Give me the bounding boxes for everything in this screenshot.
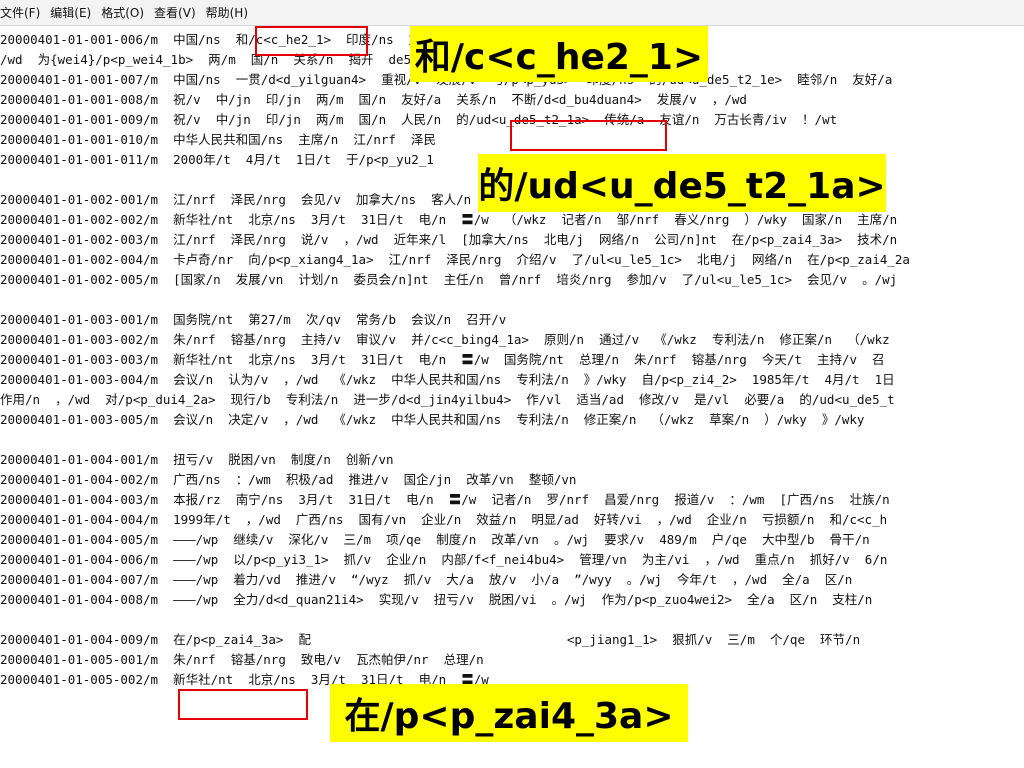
text-editor[interactable]: 20000401-01-001-006/m 中国/ns 和/c<c_he2_1>… (0, 26, 1024, 768)
menu-bar: 文件(F) 编辑(E) 格式(O) 查看(V) 帮助(H) (0, 0, 1024, 26)
editor-line: 作用/n ，/wd 对/p<p_dui4_2a> 现行/b 专利法/n 进一步/… (0, 392, 895, 407)
editor-line: 20000401-01-003-002/m 朱/nrf 镕基/nrg 主持/v … (0, 332, 890, 347)
editor-line: 20000401-01-002-002/m 新华社/nt 北京/ns 3月/t … (0, 212, 898, 227)
editor-line: 20000401-01-004-005/m ———/wp 继续/v 深化/v 三… (0, 532, 870, 547)
editor-line: 20000401-01-002-001/m 江/nrf 泽民/nrg 会见/v … (0, 192, 472, 207)
editor-line: 20000401-01-001-010/m 中华人民共和国/ns 主席/n 江/… (0, 132, 436, 147)
menu-help[interactable]: 帮助(H) (206, 4, 248, 21)
editor-line: 20000401-01-001-011/m 2000年/t 4月/t 1日/t … (0, 152, 434, 167)
callout-de: 的/ud<u_de5_t2_1a> (478, 154, 886, 212)
editor-line: 20000401-01-001-008/m 祝/v 中/jn 印/jn 两/m … (0, 92, 747, 107)
editor-line: 20000401-01-004-007/m ———/wp 着力/vd 推进/v … (0, 572, 853, 587)
editor-line: 20000401-01-004-003/m 本报/rz 南宁/ns 3月/t 3… (0, 492, 890, 507)
callout-he: 和/c<c_he2_1> (410, 26, 708, 82)
editor-line: 20000401-01-004-009/m 在/p<p_zai4_3a> 配 <… (0, 632, 861, 647)
editor-line: 20000401-01-004-008/m ———/wp 全力/d<d_quan… (0, 592, 873, 607)
menu-view[interactable]: 查看(V) (154, 4, 196, 21)
editor-line: 20000401-01-002-003/m 江/nrf 泽民/nrg 说/v ，… (0, 232, 898, 247)
editor-line: 20000401-01-003-001/m 国务院/nt 第27/m 次/qv … (0, 312, 507, 327)
editor-line: 20000401-01-005-001/m 朱/nrf 镕基/nrg 致电/v … (0, 652, 484, 667)
editor-line: 20000401-01-004-001/m 扭亏/v 脱困/vn 制度/n 创新… (0, 452, 394, 467)
editor-line: 20000401-01-003-003/m 新华社/nt 北京/ns 3月/t … (0, 352, 885, 367)
editor-line: 20000401-01-004-002/m 广西/ns ：/wm 积极/ad 推… (0, 472, 577, 487)
editor-line: 20000401-01-002-005/m [国家/n 发展/vn 计划/n 委… (0, 272, 898, 287)
editor-line: 20000401-01-003-005/m 会议/n 决定/v ，/wd 《/w… (0, 412, 865, 427)
editor-line: 20000401-01-002-004/m 卡卢奇/nr 向/p<p_xiang… (0, 252, 910, 267)
editor-line: 20000401-01-004-006/m ———/wp 以/p<p_yi3_1… (0, 552, 888, 567)
editor-line: 20000401-01-001-009/m 祝/v 中/jn 印/jn 两/m … (0, 112, 838, 127)
menu-file[interactable]: 文件(F) (0, 4, 40, 21)
menu-edit[interactable]: 编辑(E) (50, 4, 91, 21)
menu-format[interactable]: 格式(O) (101, 4, 144, 21)
callout-zai: 在/p<p_zai4_3a> (330, 684, 688, 742)
editor-line: 20000401-01-004-004/m 1999年/t ，/wd 广西/ns… (0, 512, 888, 527)
editor-line: 20000401-01-003-004/m 会议/n 认为/v ，/wd 《/w… (0, 372, 895, 387)
